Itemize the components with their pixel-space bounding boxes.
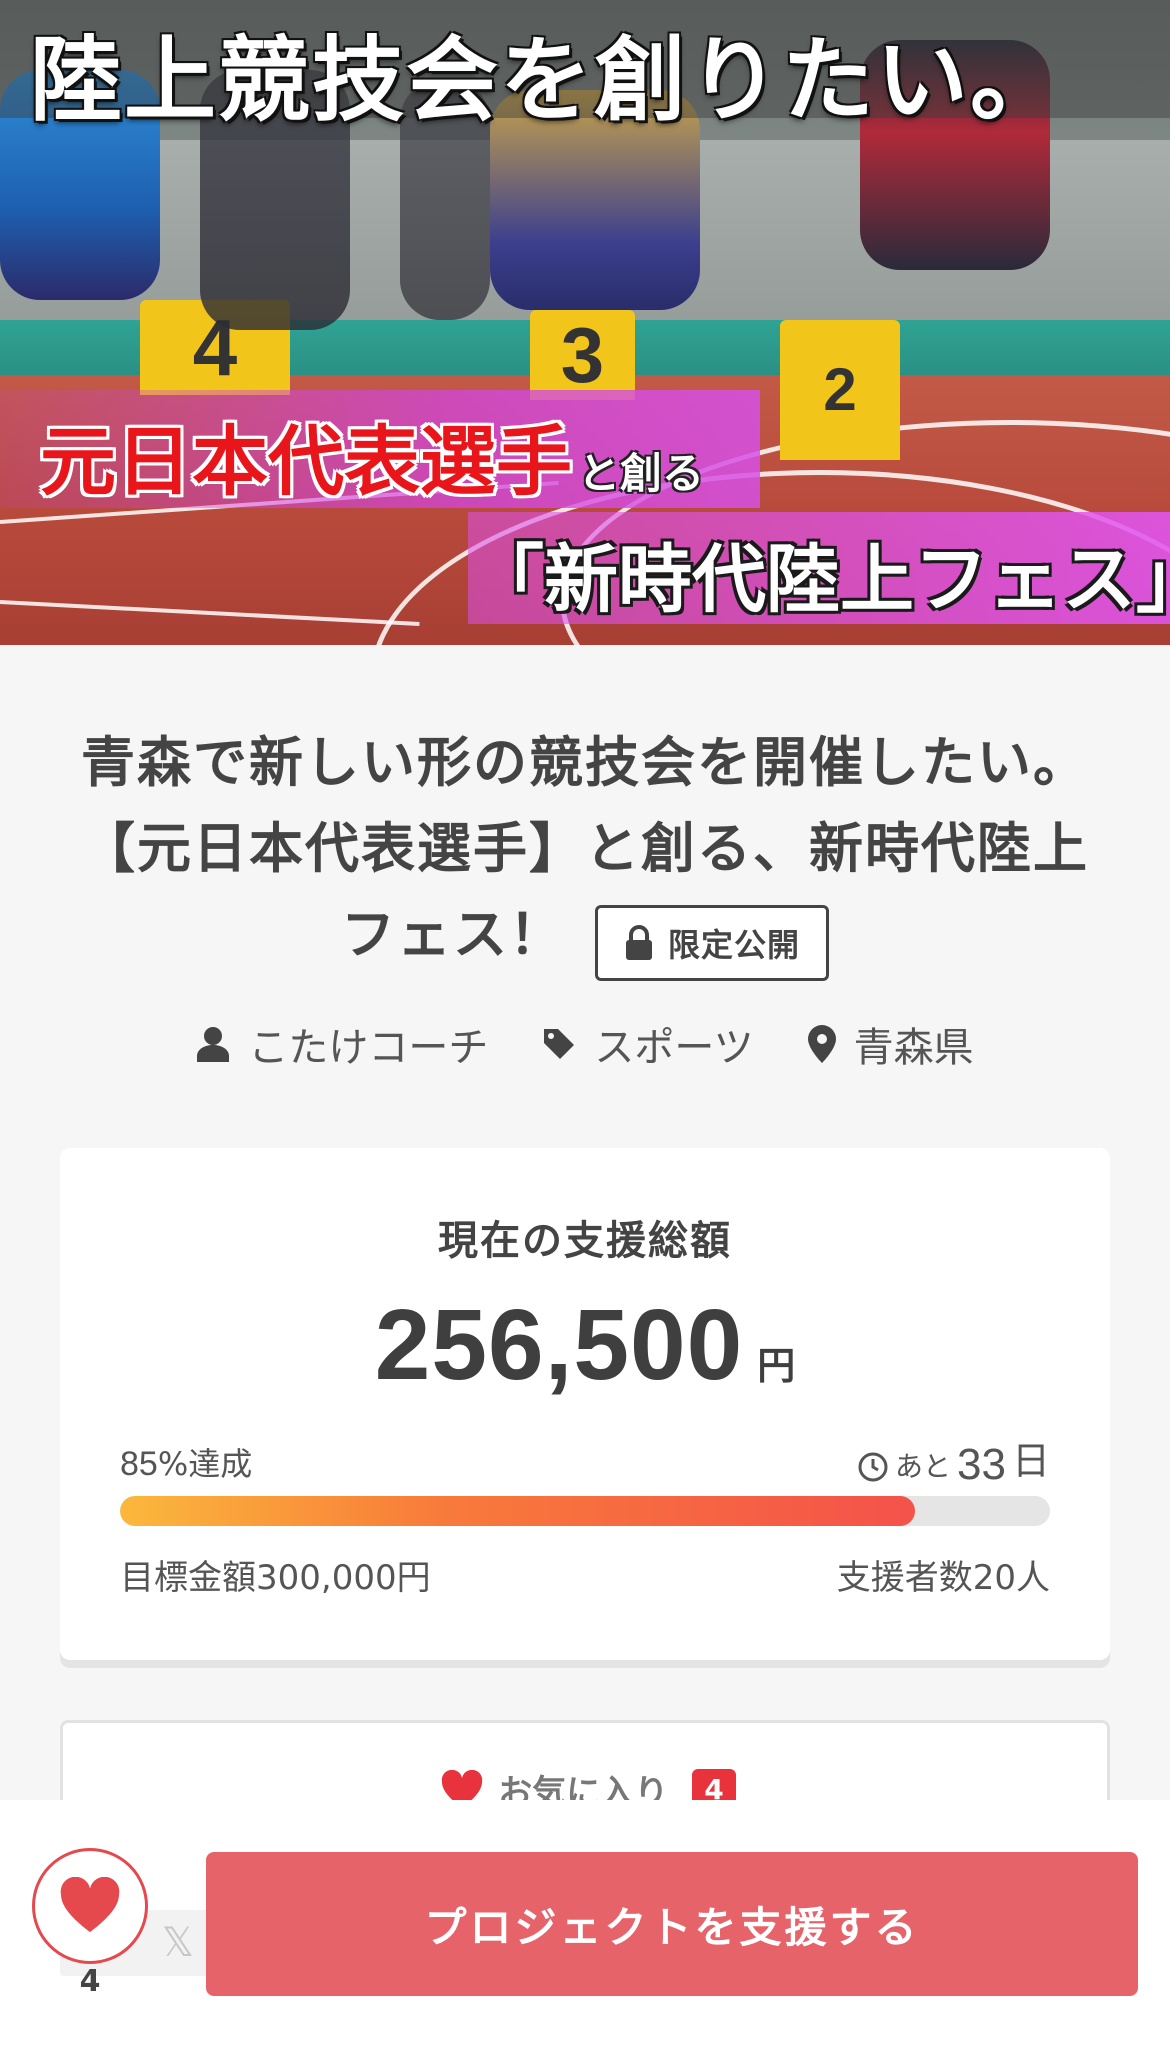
location-pin-icon — [807, 1025, 836, 1063]
location-name: 青森県 — [853, 1025, 974, 1071]
funding-label: 現在の支援総額 — [438, 1218, 732, 1264]
owner-name: こたけコーチ — [248, 1025, 489, 1071]
progress-header: 85%達成 あと 33 日 — [120, 1430, 1050, 1489]
hero-sub-small: と創る — [578, 449, 705, 498]
backer-count: 支援者数20人 — [836, 1558, 1050, 1598]
progress-fill — [120, 1496, 916, 1526]
progress-bar — [120, 1496, 1050, 1526]
user-icon — [197, 1027, 230, 1062]
support-project-button[interactable]: プロジェクトを支援する — [206, 1852, 1138, 1996]
limited-label: 限定公開 — [667, 925, 800, 964]
progress-footer: 目標金額300,000円 支援者数20人 — [120, 1550, 1050, 1599]
favorite-circle-count: 4 — [79, 1964, 101, 1999]
remaining-time: あと 33 日 — [857, 1430, 1050, 1489]
lock-icon — [625, 924, 652, 960]
hero-image: 4 3 2 陸上競技会を創りたい。 元日本代表選手 と創る 「新時代陸上フェス」 — [0, 0, 1170, 645]
remaining-days: 33 — [957, 1440, 1006, 1489]
owner-link[interactable]: こたけコーチ — [196, 1015, 488, 1073]
project-title-block: 青森で新しい形の競技会を開催したい。【元日本代表選手】と創る、新時代陸上フェス！… — [60, 720, 1110, 987]
heart-icon — [60, 1877, 120, 1933]
tag-icon — [544, 1029, 575, 1059]
funding-amount-row: 256,500 円 — [60, 1288, 1110, 1403]
achievement-suffix: %達成 — [157, 1445, 253, 1483]
clock-icon — [858, 1452, 888, 1482]
hero-headline: 陸上競技会を創りたい。 — [30, 27, 1065, 134]
remaining-unit: 日 — [1011, 1439, 1050, 1483]
remaining-prefix: あと — [895, 1450, 952, 1483]
project-meta: こたけコーチ スポーツ 青森県 — [0, 1015, 1170, 1073]
lane-marker: 3 — [530, 310, 635, 400]
project-title: 青森で新しい形の競技会を開催したい。【元日本代表選手】と創る、新時代陸上フェス！ — [81, 731, 1089, 966]
lane-marker: 2 — [780, 320, 900, 460]
achievement-percent: 85 — [120, 1445, 158, 1483]
category-link[interactable]: スポーツ — [542, 1015, 754, 1073]
funding-amount: 256,500 — [374, 1289, 744, 1401]
hero-subheadline: 元日本代表選手 と創る — [40, 400, 704, 510]
funding-card: 現在の支援総額 256,500 円 85%達成 あと 33 日 目標金額300,0… — [60, 1148, 1110, 1660]
funding-unit: 円 — [757, 1344, 796, 1388]
category-name: スポーツ — [594, 1025, 754, 1071]
hero-fes-title: 「新時代陸上フェス」 — [470, 537, 1170, 623]
limited-public-badge: 限定公開 — [594, 904, 829, 981]
goal-amount: 目標金額300,000円 — [120, 1558, 431, 1598]
location-link[interactable]: 青森県 — [807, 1015, 974, 1073]
favorite-circle-button[interactable] — [32, 1848, 148, 1964]
hero-sub-big: 元日本代表選手 — [40, 417, 572, 506]
achievement-rate: 85%達成 — [120, 1439, 252, 1485]
